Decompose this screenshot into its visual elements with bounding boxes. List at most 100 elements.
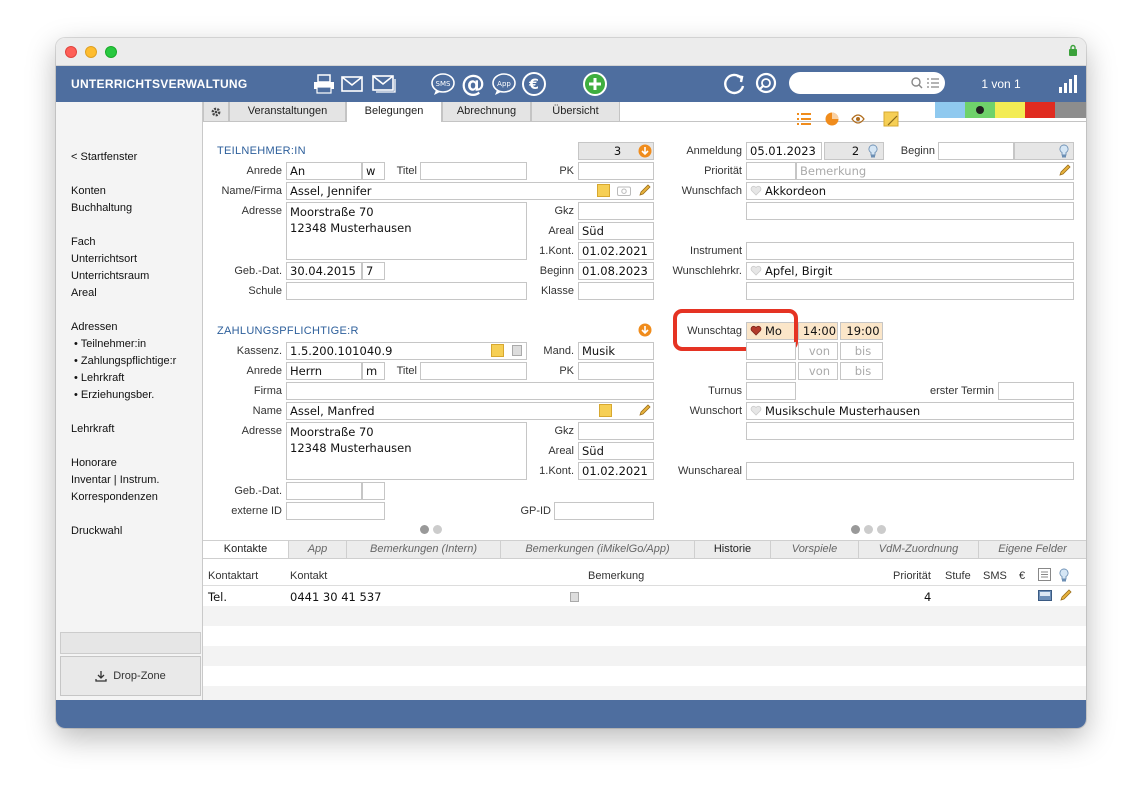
mail-batch-icon[interactable] (370, 70, 398, 98)
wunschfach-field[interactable]: Akkordeon (746, 182, 1074, 200)
externe-id-field[interactable] (286, 502, 385, 520)
gkz-field[interactable] (578, 202, 654, 220)
list-icon[interactable] (1038, 568, 1051, 581)
titel-field[interactable] (420, 162, 527, 180)
gebdat-field[interactable]: 30.04.2015 (286, 262, 362, 280)
sidebar-item-korrespondenzen[interactable]: Korrespondenzen (71, 491, 158, 503)
table-row[interactable]: Tel. 0441 30 41 537 4 (203, 586, 1086, 606)
tab-app[interactable]: App (289, 540, 347, 558)
kont-field[interactable]: 01.02.2021 (578, 242, 654, 260)
bulb-icon[interactable] (1059, 568, 1069, 582)
pencil-icon[interactable] (1059, 589, 1072, 602)
page-dot-active[interactable] (851, 525, 860, 534)
search-input[interactable] (789, 72, 945, 94)
wunschfach-field-2[interactable] (746, 202, 1074, 220)
pencil-icon[interactable] (1058, 164, 1071, 177)
mail-icon[interactable] (338, 70, 366, 98)
tab-vorspiele[interactable]: Vorspiele (771, 540, 859, 558)
wunschtag-field-2[interactable] (746, 342, 796, 360)
page-dot[interactable] (877, 525, 886, 534)
sidebar-subitem-teilnehmer[interactable]: • Teilnehmer:in (74, 338, 146, 350)
color-tab-grey[interactable] (1055, 102, 1086, 118)
pencil-icon[interactable] (638, 184, 651, 197)
von-field-3[interactable]: von (798, 362, 838, 380)
pk-field[interactable] (578, 162, 654, 180)
tab-uebersicht[interactable]: Übersicht (531, 102, 620, 122)
sidebar-item-lehrkraft[interactable]: Lehrkraft (71, 423, 114, 435)
wunschlehrkraft-field[interactable]: Apfel, Birgit (746, 262, 1074, 280)
bulb-icon[interactable] (1059, 144, 1069, 158)
mand-field[interactable]: Musik (578, 342, 654, 360)
orange-dropdown-icon[interactable] (638, 323, 652, 337)
sidebar-subitem-lehrkraft[interactable]: • Lehrkraft (74, 372, 124, 384)
wunschtag-field-3[interactable] (746, 362, 796, 380)
sms-icon[interactable]: SMS (429, 70, 457, 98)
note-icon[interactable] (883, 111, 899, 127)
beginn-field[interactable]: 01.08.2023 (578, 262, 654, 280)
at-icon[interactable]: @ (459, 70, 487, 98)
zahler-geschlecht-field[interactable]: m (362, 362, 385, 380)
anrede-field[interactable]: An (286, 162, 362, 180)
zoom-button[interactable] (105, 46, 117, 58)
wunschort-field-2[interactable] (746, 422, 1074, 440)
app-icon[interactable]: App (490, 70, 518, 98)
areal-field[interactable]: Süd (578, 222, 654, 240)
refresh-icon[interactable] (720, 70, 748, 98)
sidebar-item-areal[interactable]: Areal (71, 287, 97, 299)
geschlecht-field[interactable]: w (362, 162, 385, 180)
zahler-pk-field[interactable] (578, 362, 654, 380)
page-dot[interactable] (864, 525, 873, 534)
prioritaet-field[interactable] (746, 162, 796, 180)
sidebar-item-fach[interactable]: Fach (71, 236, 95, 248)
anmeldung-field[interactable]: 05.01.2023 (746, 142, 822, 160)
back-to-start-link[interactable]: < Startfenster (71, 151, 137, 163)
note-icon[interactable] (599, 404, 612, 417)
tab-historie[interactable]: Historie (695, 540, 771, 558)
tab-belegungen[interactable]: Belegungen (346, 102, 442, 122)
page-dot[interactable] (433, 525, 442, 534)
tab-bemerkungen-intern[interactable]: Bemerkungen (Intern) (347, 540, 501, 558)
bis-field-2[interactable]: bis (840, 342, 883, 360)
erster-termin-field[interactable] (998, 382, 1074, 400)
bulb-icon[interactable] (868, 144, 878, 158)
tab-veranstaltungen[interactable]: Veranstaltungen (229, 102, 346, 122)
sidebar-item-honorare[interactable]: Honorare (71, 457, 117, 469)
tab-eigene-felder[interactable]: Eigene Felder (979, 540, 1086, 558)
lock-icon[interactable] (1068, 44, 1078, 56)
klasse-field[interactable] (578, 282, 654, 300)
zahler-anrede-field[interactable]: Herrn (286, 362, 362, 380)
pie-chart-icon[interactable] (825, 112, 839, 126)
color-tab-red[interactable] (1025, 102, 1055, 118)
orange-dropdown-icon[interactable] (638, 144, 652, 158)
wunschlehrkraft-field-2[interactable] (746, 282, 1074, 300)
sidebar-item-buchhaltung[interactable]: Buchhaltung (71, 202, 132, 214)
sidebar-item-adressen[interactable]: Adressen (71, 321, 117, 333)
sidebar-item-inventar[interactable]: Inventar | Instrum. (71, 474, 159, 486)
camera-icon[interactable] (617, 185, 631, 196)
list-view-icon[interactable] (797, 113, 811, 125)
note-icon[interactable] (491, 344, 504, 357)
pencil-icon[interactable] (638, 404, 651, 417)
search-icon[interactable] (751, 70, 779, 98)
zahler-adresse-field[interactable]: Moorstraße 70 12348 Musterhausen (286, 422, 527, 480)
tab-vdm-zuordnung[interactable]: VdM-Zuordnung (859, 540, 979, 558)
sidebar-subitem-erziehungsber[interactable]: • Erziehungsber. (74, 389, 154, 401)
doc-icon[interactable] (570, 592, 579, 602)
note-icon[interactable] (597, 184, 610, 197)
schule-field[interactable] (286, 282, 527, 300)
eye-icon[interactable] (851, 114, 865, 124)
tab-abrechnung[interactable]: Abrechnung (442, 102, 531, 122)
zahler-gkz-field[interactable] (578, 422, 654, 440)
sidebar-item-konten[interactable]: Konten (71, 185, 106, 197)
settings-tab[interactable] (203, 102, 229, 122)
close-button[interactable] (65, 46, 77, 58)
drop-zone[interactable]: Drop-Zone (60, 656, 201, 696)
sidebar-item-unterrichtsraum[interactable]: Unterrichtsraum (71, 270, 149, 282)
von-field[interactable]: 14:00 (798, 322, 838, 340)
turnus-field[interactable] (746, 382, 796, 400)
page-dot-active[interactable] (420, 525, 429, 534)
zahler-gebdat-field[interactable] (286, 482, 362, 500)
tab-bemerkungen-app[interactable]: Bemerkungen (iMikelGo/App) (501, 540, 695, 558)
doc-icon[interactable] (512, 345, 522, 356)
instrument-field[interactable] (746, 242, 1074, 260)
